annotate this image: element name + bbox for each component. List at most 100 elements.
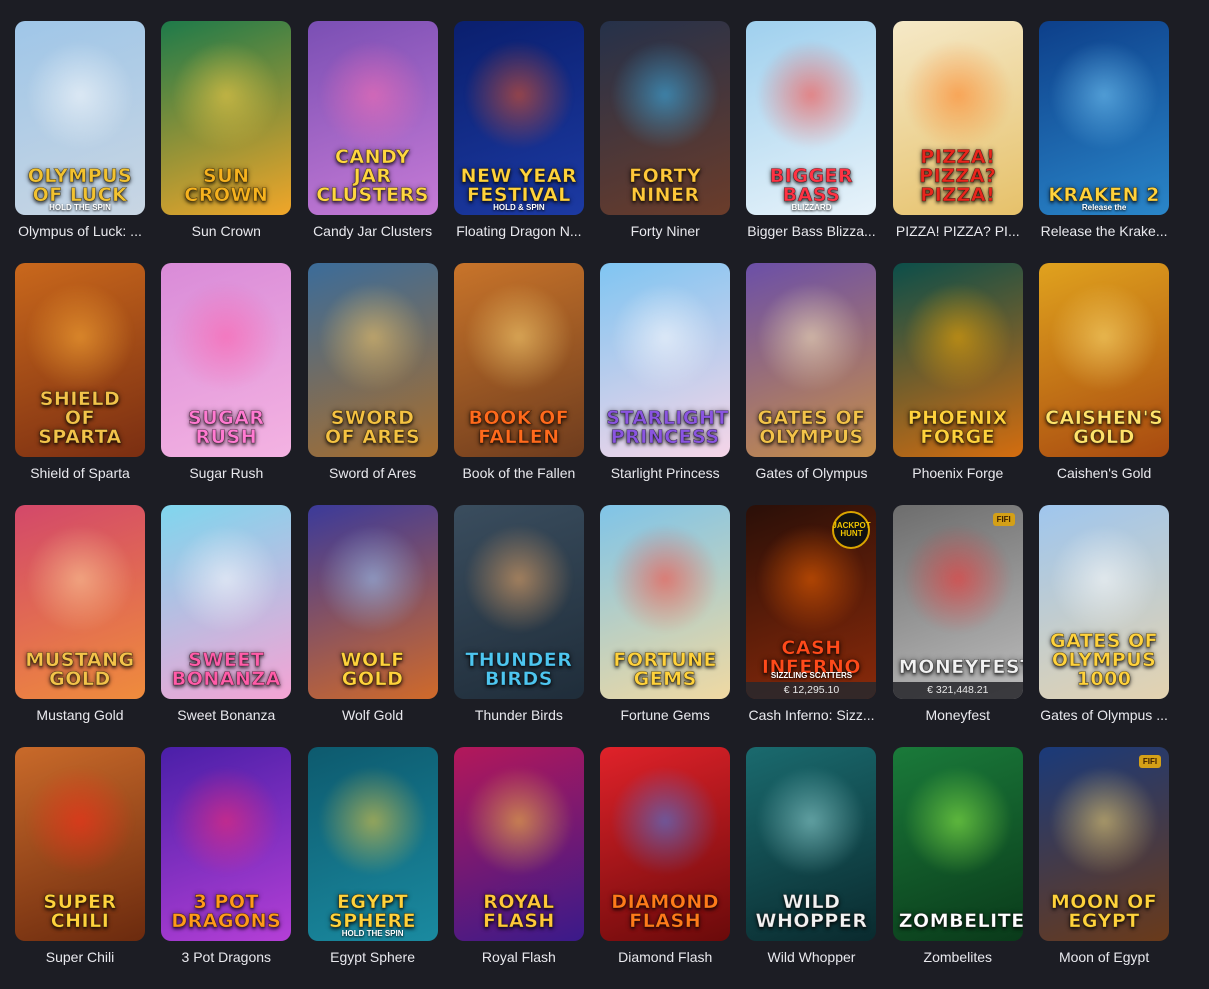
game-thumbnail[interactable]: Forty Niner [600,21,731,215]
game-tile[interactable]: Zombelites Zombelites [892,747,1023,989]
game-thumbnail[interactable]: Cash Inferno SIZZLING SCATTERS € 12,295.10… [746,505,877,699]
game-tile[interactable]: Forty Niner Forty Niner [600,21,731,263]
game-tile[interactable]: Sweet Bonanza Sweet Bonanza [161,505,292,747]
game-thumbnail[interactable]: Diamond Flash [600,747,731,941]
game-thumbnail[interactable]: Royal Flash [453,747,584,941]
game-tile[interactable]: Cash Inferno SIZZLING SCATTERS € 12,295.10… [746,505,877,747]
game-thumbnail[interactable]: Book of Fallen [453,263,584,457]
game-title[interactable]: Candy Jar Clusters [308,223,438,239]
game-thumbnail[interactable]: Sun Crown [161,21,292,215]
game-thumbnail[interactable]: Moneyfest € 321,448.21 FIFI [892,505,1023,699]
game-tile[interactable]: Mustang Gold Mustang Gold [15,505,145,747]
game-thumbnail[interactable]: Moon of Egypt FIFI [1039,747,1170,941]
game-tile[interactable]: Royal Flash Royal Flash [453,747,584,989]
game-title[interactable]: Moneyfest [893,707,1023,723]
game-title[interactable]: Book of the Fallen [454,465,584,481]
game-tile[interactable]: Book of Fallen Book of the Fallen [453,263,584,505]
game-tile[interactable]: Pizza! Pizza? Pizza! PIZZA! PIZZA? PI... [892,21,1023,263]
game-thumbnail[interactable]: Wolf Gold [307,505,438,699]
game-tile[interactable]: Moon of Egypt FIFI Moon of Egypt [1039,747,1170,989]
game-tile[interactable]: Fortune Gems Fortune Gems [600,505,731,747]
game-thumbnail[interactable]: Shield of Sparta [15,263,145,457]
game-thumbnail[interactable]: Phoenix Forge [892,263,1023,457]
game-title[interactable]: Fortune Gems [600,707,730,723]
game-tile[interactable]: Wolf Gold Wolf Gold [307,505,438,747]
game-thumbnail[interactable]: Fortune Gems [600,505,731,699]
game-thumbnail[interactable]: Sugar Rush [161,263,292,457]
game-title[interactable]: Moon of Egypt [1039,949,1169,965]
game-title[interactable]: Bigger Bass Blizza... [746,223,876,239]
game-tile[interactable]: Candy Jar Clusters Candy Jar Clusters [307,21,438,263]
game-thumbnail[interactable]: Gates of Olympus 1000 [1039,505,1170,699]
thumbnail-artwork [317,523,428,634]
game-tile[interactable]: Diamond Flash Diamond Flash [600,747,731,989]
game-tile[interactable]: Moneyfest € 321,448.21 FIFI Moneyfest [892,505,1023,747]
game-thumbnail[interactable]: Kraken 2 Release the [1039,21,1170,215]
game-tile[interactable]: Phoenix Forge Phoenix Forge [892,263,1023,505]
game-tile[interactable]: 3 Pot Dragons 3 Pot Dragons [161,747,292,989]
game-title[interactable]: Wild Whopper [746,949,876,965]
game-title[interactable]: Caishen's Gold [1039,465,1169,481]
game-title[interactable]: Gates of Olympus ... [1039,707,1169,723]
game-thumbnail[interactable]: Pizza! Pizza? Pizza! [892,21,1023,215]
game-title[interactable]: Starlight Princess [600,465,730,481]
game-tile[interactable]: Shield of Sparta Shield of Sparta [15,263,145,505]
game-tile[interactable]: Egypt Sphere HOLD THE SPIN Egypt Sphere [307,747,438,989]
game-thumbnail[interactable]: Candy Jar Clusters [307,21,438,215]
game-thumbnail[interactable]: 3 Pot Dragons [161,747,292,941]
game-tile[interactable]: Starlight Princess Starlight Princess [600,263,731,505]
game-title[interactable]: Sword of Ares [308,465,438,481]
game-tile[interactable]: Sword of Ares Sword of Ares [307,263,438,505]
game-title[interactable]: Diamond Flash [600,949,730,965]
game-logo: Starlight Princess [606,407,729,448]
game-tile[interactable]: Sugar Rush Sugar Rush [161,263,292,505]
game-thumbnail[interactable]: New Year Festival HOLD & SPIN [453,21,584,215]
game-title[interactable]: Sugar Rush [161,465,291,481]
game-tile[interactable]: Super Chili Super Chili [15,747,145,989]
game-thumbnail[interactable]: Sweet Bonanza [161,505,292,699]
game-thumbnail[interactable]: Olympus of Luck HOLD THE SPIN [15,21,145,215]
game-thumbnail[interactable]: Gates of Olympus [746,263,877,457]
game-title[interactable]: Egypt Sphere [308,949,438,965]
game-tile[interactable]: Bigger Bass BLIZZARD Bigger Bass Blizza... [746,21,877,263]
thumbnail-artwork [610,523,721,634]
game-thumbnail[interactable]: Wild Whopper [746,747,877,941]
game-tile[interactable]: Olympus of Luck HOLD THE SPIN Olympus of L… [15,21,145,263]
game-title[interactable]: Wolf Gold [308,707,438,723]
game-tile[interactable]: Sun Crown Sun Crown [161,21,292,263]
game-title[interactable]: 3 Pot Dragons [161,949,291,965]
game-title[interactable]: Shield of Sparta [15,465,145,481]
game-thumbnail[interactable]: Mustang Gold [15,505,145,699]
game-title[interactable]: Cash Inferno: Sizz... [746,707,876,723]
game-title[interactable]: Forty Niner [600,223,730,239]
game-title[interactable]: Sun Crown [161,223,291,239]
game-title[interactable]: Royal Flash [454,949,584,965]
game-title[interactable]: Gates of Olympus [746,465,876,481]
game-thumbnail[interactable]: Super Chili [15,747,145,941]
game-title[interactable]: Release the Krake... [1039,223,1169,239]
game-thumbnail[interactable]: Thunder Birds [453,505,584,699]
game-logo-subtitle: HOLD THE SPIN [341,929,404,938]
game-thumbnail[interactable]: Zombelites [892,747,1023,941]
game-tile[interactable]: Gates of Olympus Gates of Olympus [746,263,877,505]
game-title[interactable]: Thunder Birds [454,707,584,723]
game-title[interactable]: Phoenix Forge [893,465,1023,481]
game-tile[interactable]: Caishen's Gold Caishen's Gold [1039,263,1170,505]
game-thumbnail[interactable]: Starlight Princess [600,263,731,457]
game-tile[interactable]: Kraken 2 Release the Release the Krake... [1039,21,1170,263]
game-title[interactable]: Zombelites [893,949,1023,965]
game-title[interactable]: Sweet Bonanza [161,707,291,723]
game-title[interactable]: Mustang Gold [15,707,145,723]
game-title[interactable]: Super Chili [15,949,145,965]
game-thumbnail[interactable]: Caishen's Gold [1039,263,1170,457]
game-thumbnail[interactable]: Sword of Ares [307,263,438,457]
game-thumbnail[interactable]: Bigger Bass BLIZZARD [746,21,877,215]
game-tile[interactable]: Wild Whopper Wild Whopper [746,747,877,989]
game-title[interactable]: PIZZA! PIZZA? PI... [893,223,1023,239]
game-tile[interactable]: Gates of Olympus 1000 Gates of Olympus ..… [1039,505,1170,747]
game-title[interactable]: Floating Dragon N... [454,223,584,239]
game-thumbnail[interactable]: Egypt Sphere HOLD THE SPIN [307,747,438,941]
game-title[interactable]: Olympus of Luck: ... [15,223,145,239]
game-tile[interactable]: New Year Festival HOLD & SPIN Floating Dra… [453,21,584,263]
game-tile[interactable]: Thunder Birds Thunder Birds [453,505,584,747]
